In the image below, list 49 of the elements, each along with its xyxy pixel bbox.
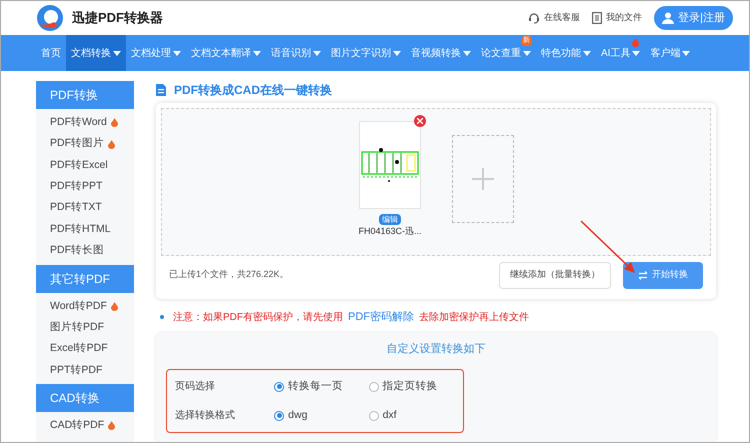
radio-option[interactable]: dxf xyxy=(368,408,463,424)
sidebar-section-header: CAD转换 xyxy=(36,384,134,412)
radio-option[interactable]: 转换每一页 xyxy=(274,378,369,394)
sidebar-section-header: PDF转换 xyxy=(36,81,134,109)
remove-file-icon[interactable] xyxy=(414,115,426,127)
radio-button[interactable] xyxy=(368,410,379,420)
settings-title: 自定义设置转换如下 xyxy=(386,342,486,357)
file-name: FH04163C-迅... xyxy=(358,225,422,238)
headset-icon xyxy=(528,12,540,24)
edit-button[interactable]: 编辑 xyxy=(379,214,401,225)
cad-drawing-thumbnail xyxy=(361,147,419,183)
sidebar-item[interactable]: PDF转TXT xyxy=(36,198,134,219)
add-more-button[interactable]: 继续添加（批量转换） xyxy=(499,262,611,288)
radio-button[interactable] xyxy=(274,410,284,420)
sidebar-item[interactable]: PPT转PDF xyxy=(36,360,134,382)
sidebar-item[interactable]: PDF转Excel xyxy=(36,154,134,176)
setting-label: 页码选择 xyxy=(175,380,216,394)
radio-option[interactable]: dwg xyxy=(274,408,369,424)
sidebar-item[interactable]: PDF转长图 xyxy=(36,240,134,262)
plus-icon xyxy=(472,168,494,190)
notice-text: 去除加密保护再上传文件 xyxy=(419,310,529,324)
drop-zone[interactable]: 编辑 FH04163C-迅... xyxy=(161,108,711,256)
radio-option[interactable]: 指定页转换 xyxy=(368,378,463,394)
password-removal-link[interactable]: PDF密码解除 xyxy=(348,308,414,326)
sidebar-item[interactable]: Excel转PDF xyxy=(36,338,134,360)
sidebar-item[interactable]: Word转PDF xyxy=(36,296,134,318)
file-icon xyxy=(592,12,602,24)
my-files-link[interactable]: 我的文件 xyxy=(592,11,642,25)
nav-tab[interactable]: 文档转换 xyxy=(66,35,126,71)
sidebar-item[interactable]: PDF转HTML xyxy=(36,218,134,240)
document-icon xyxy=(156,84,166,96)
notice-text: 注意：如果PDF有密码保护，请先使用 xyxy=(173,310,343,324)
online-service-link[interactable]: 在线客服 xyxy=(528,11,580,25)
radio-button[interactable] xyxy=(368,382,379,392)
sidebar-item[interactable]: PDF转Word xyxy=(36,112,134,134)
sidebar-section-header: 其它转PDF xyxy=(36,264,134,293)
swap-icon xyxy=(638,270,648,280)
bullet-icon xyxy=(160,315,164,319)
sidebar-item[interactable]: PDF转图片 xyxy=(36,133,134,155)
sidebar-item[interactable]: PDF转PPT xyxy=(36,176,134,198)
page-title: PDF转换成CAD在线一键转换 xyxy=(174,82,332,99)
upload-summary: 已上传1个文件，共276.22K。 xyxy=(169,268,289,282)
setting-label: 选择转换格式 xyxy=(175,408,236,423)
brand-name: 迅捷PDF转换器 xyxy=(72,9,163,28)
user-icon xyxy=(662,12,674,24)
sidebar-item[interactable]: 图片转PDF xyxy=(36,317,134,339)
logo-icon xyxy=(36,4,64,32)
sidebar-item[interactable]: CAD转PDF xyxy=(36,415,134,437)
radio-button[interactable] xyxy=(274,382,284,392)
